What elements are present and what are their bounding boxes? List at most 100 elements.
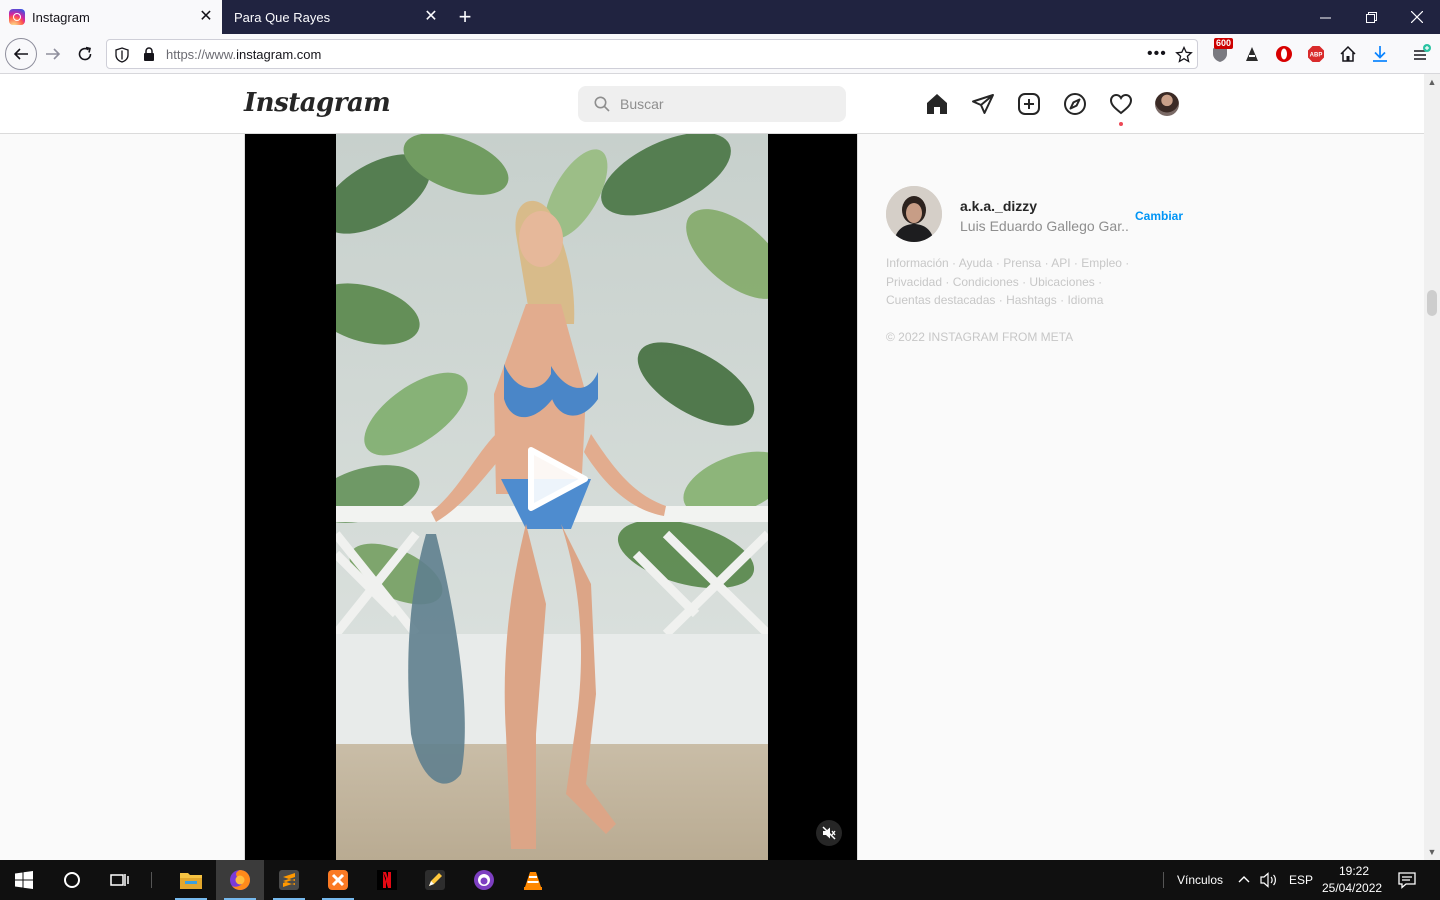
play-button-icon[interactable] (523, 446, 589, 512)
lock-icon[interactable] (143, 47, 155, 62)
minimize-icon (1319, 17, 1331, 18)
windows-logo-icon (15, 871, 33, 889)
search-cortana-button[interactable] (48, 860, 96, 900)
scroll-down-icon[interactable]: ▼ (1424, 844, 1440, 860)
restore-button[interactable] (1348, 0, 1394, 34)
back-button[interactable] (5, 38, 37, 70)
close-icon (1411, 11, 1423, 23)
footer-link-ubicaciones[interactable]: Ubicaciones (1029, 275, 1094, 289)
netflix-icon (377, 870, 397, 890)
switch-account-button[interactable]: Cambiar (1135, 209, 1183, 223)
shield-icon[interactable] (115, 47, 129, 63)
notifications-icon[interactable] (1398, 871, 1416, 889)
sidebar-full-name: Luis Eduardo Gallego Gar... (960, 218, 1130, 234)
minimize-button[interactable] (1302, 0, 1348, 34)
footer-link-idioma[interactable]: Idioma (1067, 293, 1103, 307)
hamburger-menu-icon[interactable] (1411, 44, 1431, 64)
scroll-up-icon[interactable]: ▲ (1424, 74, 1440, 90)
copyright-text: © 2022 INSTAGRAM FROM META (886, 330, 1074, 344)
profile-avatar[interactable] (1155, 92, 1179, 116)
home-icon[interactable] (925, 92, 949, 116)
task-view-button[interactable] (96, 860, 144, 900)
close-window-button[interactable] (1394, 0, 1440, 34)
taskbar-divider (151, 872, 152, 888)
activity-heart-icon[interactable] (1109, 92, 1133, 116)
taskbar-xampp[interactable] (314, 860, 362, 900)
clock-time[interactable]: 19:22 (1339, 864, 1369, 878)
new-tab-button[interactable]: + (452, 4, 478, 30)
footer-link-ayuda[interactable]: Ayuda (959, 256, 993, 270)
explore-icon[interactable] (1063, 92, 1087, 116)
page-scrollbar[interactable]: ▲ ▼ (1424, 74, 1440, 860)
restore-icon (1365, 11, 1377, 23)
footer-link-empleo[interactable]: Empleo (1081, 256, 1122, 270)
input-language[interactable]: ESP (1289, 873, 1313, 887)
tab-title: Para Que Rayes (234, 9, 331, 25)
forward-button[interactable] (38, 39, 68, 69)
taskbar-github-desktop[interactable] (460, 860, 508, 900)
footer-link-informacion[interactable]: Información (886, 256, 949, 270)
links-toolbar[interactable]: Vínculos (1177, 873, 1223, 887)
footer-link-prensa[interactable]: Prensa (1003, 256, 1041, 270)
close-tab-icon[interactable]: ✕ (198, 9, 214, 25)
github-icon (474, 870, 494, 890)
vlc-cone-icon (524, 872, 542, 890)
taskbar-netflix[interactable] (363, 860, 411, 900)
footer-link-hashtags[interactable]: Hashtags (1006, 293, 1057, 307)
opera-extension-icon[interactable] (1274, 44, 1294, 64)
footer-link-api[interactable]: API (1051, 256, 1070, 270)
mute-toggle-button[interactable] (816, 820, 842, 846)
home-icon[interactable] (1338, 44, 1358, 64)
footer-link-cuentas-destacadas[interactable]: Cuentas destacadas (886, 293, 995, 307)
chevron-up-icon[interactable] (1238, 874, 1250, 884)
download-icon[interactable] (1370, 44, 1390, 64)
sublime-text-icon (279, 870, 299, 890)
browser-tab-strip: Instagram ✕ Para Que Rayes ✕ + (0, 0, 1440, 34)
start-button[interactable] (0, 860, 48, 900)
bookmark-star-icon[interactable] (1175, 46, 1193, 64)
footer-link-condiciones[interactable]: Condiciones (953, 275, 1019, 289)
direct-messages-icon[interactable] (971, 92, 995, 116)
notification-dot (1119, 122, 1123, 126)
taskbar-divider (1163, 872, 1164, 888)
arrow-right-icon (46, 48, 61, 60)
taskbar-firefox[interactable] (216, 860, 264, 900)
windows-taskbar: Vínculos ESP 19:22 25/04/2022 (0, 860, 1440, 900)
search-icon (594, 96, 610, 112)
footer-links: Información · Ayuda · Prensa · API · Emp… (886, 256, 1130, 307)
clock-date[interactable]: 25/04/2022 (1322, 881, 1382, 895)
sidebar-avatar[interactable] (886, 186, 942, 242)
reload-button[interactable] (70, 39, 100, 69)
reload-icon (78, 46, 92, 61)
tab-instagram[interactable]: Instagram ✕ (0, 0, 222, 34)
cortana-circle-icon (64, 872, 80, 888)
taskbar-sublime-text[interactable] (265, 860, 313, 900)
extension-icon[interactable] (1242, 44, 1262, 64)
folder-icon (180, 873, 202, 889)
footer-link-privacidad[interactable]: Privacidad (886, 275, 942, 289)
search-box[interactable] (578, 86, 846, 122)
taskbar-app-pencil[interactable] (411, 860, 459, 900)
taskbar-vlc[interactable] (509, 860, 557, 900)
feed-page: a.k.a._dizzy Luis Eduardo Gallego Gar...… (0, 134, 1424, 860)
close-tab-icon[interactable]: ✕ (423, 9, 439, 25)
xampp-icon (328, 870, 348, 890)
tab-para-que-rayes[interactable]: Para Que Rayes ✕ (222, 0, 447, 34)
search-input[interactable] (620, 94, 830, 114)
address-bar[interactable]: https://www.instagram.com ••• (106, 39, 1198, 69)
sidebar-username[interactable]: a.k.a._dizzy (960, 198, 1037, 214)
instagram-logo[interactable]: Instagram (244, 88, 391, 118)
browser-toolbar: https://www.instagram.com ••• 600 ABP (0, 34, 1440, 74)
volume-icon[interactable] (1260, 872, 1278, 888)
instagram-header: Instagram (0, 74, 1424, 134)
arrow-left-icon (13, 48, 28, 60)
page-actions-icon[interactable]: ••• (1147, 45, 1167, 63)
svg-text:ABP: ABP (1310, 53, 1323, 59)
tab-title: Instagram (32, 9, 90, 25)
task-view-icon (110, 874, 129, 886)
taskbar-file-explorer[interactable] (167, 860, 215, 900)
scroll-thumb[interactable] (1427, 290, 1437, 316)
adblock-plus-icon[interactable]: ABP (1306, 44, 1326, 64)
new-post-icon[interactable] (1017, 92, 1041, 116)
instagram-favicon-icon (9, 9, 25, 25)
